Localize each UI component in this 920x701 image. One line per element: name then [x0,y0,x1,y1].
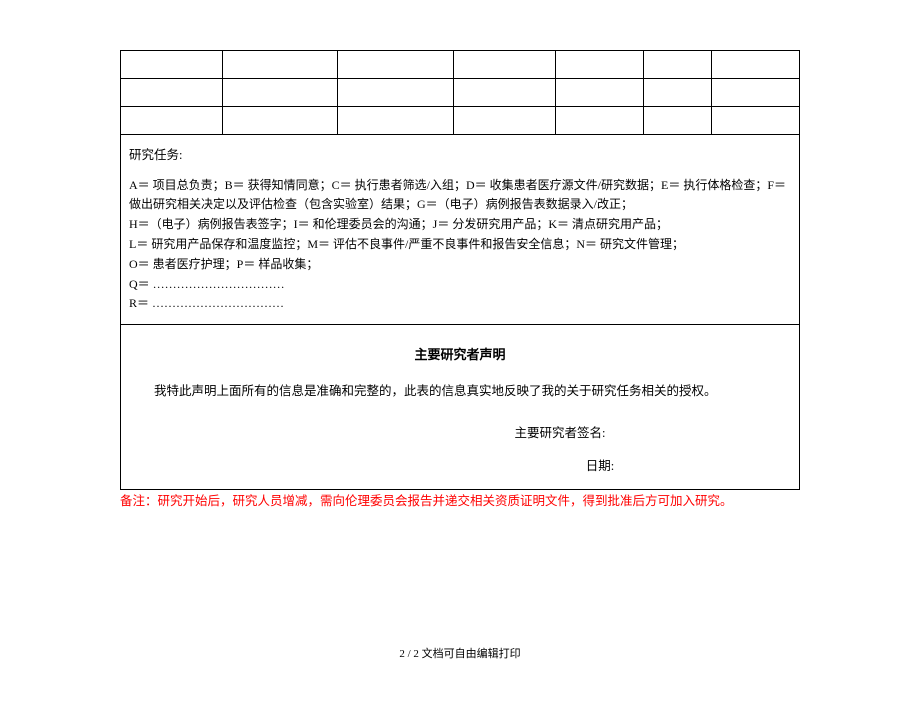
tasks-line-5: Q＝ …………………………… [129,275,791,295]
tasks-line-1: A＝ 项目总负责；B＝ 获得知情同意；C＝ 执行患者筛选/入组；D＝ 收集患者医… [129,176,791,216]
investigator-declaration-block: 主要研究者声明 我特此声明上面所有的信息是准确和完整的，此表的信息真实地反映了我… [120,325,800,490]
empty-grid-table [120,50,800,135]
declaration-text: 我特此声明上面所有的信息是准确和完整的，此表的信息真实地反映了我的关于研究任务相… [129,380,791,404]
declaration-title: 主要研究者声明 [129,343,791,368]
tasks-title: 研究任务: [129,145,791,166]
tasks-line-4: O＝ 患者医疗护理；P＝ 样品收集； [129,255,791,275]
tasks-line-6: R＝ …………………………… [129,294,791,314]
remark-label: 备注： [120,494,158,508]
remark-text: 研究开始后，研究人员增减，需向伦理委员会报告并递交相关资质证明文件，得到批准后方… [158,494,733,508]
signature-label: 主要研究者签名: [129,422,791,446]
tasks-line-3: L＝ 研究用产品保存和温度监控；M＝ 评估不良事件/严重不良事件和报告安全信息；… [129,235,791,255]
table-row [121,107,800,135]
page-footer: 2 / 2 文档可自由编辑打印 [0,645,920,661]
date-label: 日期: [129,455,791,479]
research-tasks-block: 研究任务: A＝ 项目总负责；B＝ 获得知情同意；C＝ 执行患者筛选/入组；D＝… [120,135,800,325]
table-row [121,51,800,79]
table-row [121,79,800,107]
remark-line: 备注：研究开始后，研究人员增减，需向伦理委员会报告并递交相关资质证明文件，得到批… [120,492,800,511]
tasks-line-2: H＝（电子）病例报告表签字；I＝ 和伦理委员会的沟通；J＝ 分发研究用产品；K＝… [129,215,791,235]
